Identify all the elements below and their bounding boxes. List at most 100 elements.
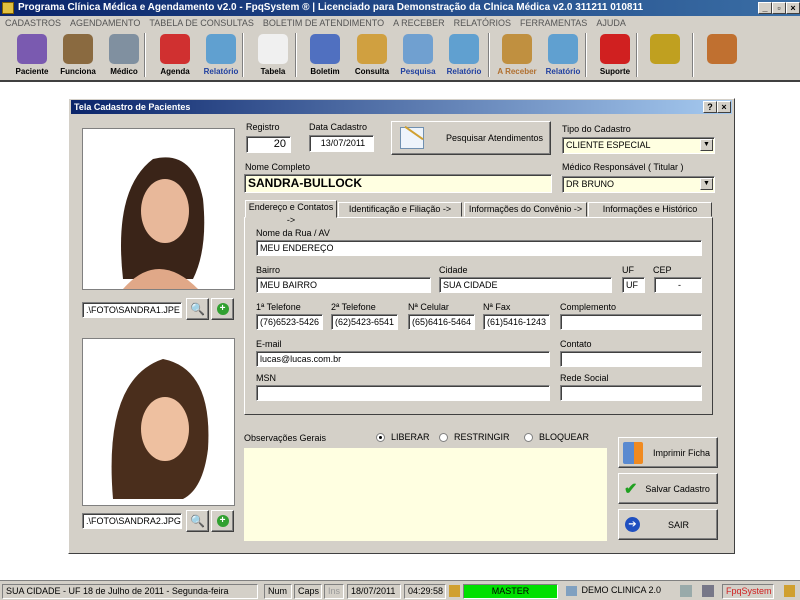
status-num: Num bbox=[264, 584, 292, 599]
toolbar-button-funciona[interactable]: Funciona bbox=[58, 32, 98, 79]
medico-select[interactable]: DR BRUNO ▼ bbox=[562, 176, 715, 193]
user-icon bbox=[784, 585, 795, 597]
exit-door-icon bbox=[707, 34, 737, 64]
tel2-field[interactable]: (62)5423-6541 bbox=[331, 314, 398, 330]
salvar-cadastro-button[interactable]: ✔ Salvar Cadastro bbox=[618, 473, 718, 504]
close-window-button[interactable]: × bbox=[786, 2, 800, 14]
status-user: MASTER bbox=[463, 584, 558, 599]
menu-boletim[interactable]: BOLETIM DE ATENDIMENTO bbox=[263, 16, 384, 30]
status-brand: FpqSystem bbox=[722, 584, 774, 599]
toolbar-separator bbox=[692, 33, 694, 77]
print-person-icon bbox=[623, 441, 643, 464]
menu-agendamento[interactable]: AGENDAMENTO bbox=[70, 16, 140, 30]
email-field[interactable]: lucas@lucas.com.br bbox=[256, 351, 550, 367]
imprimir-ficha-button[interactable]: Imprimir Ficha bbox=[618, 437, 718, 468]
add-photo-1-button[interactable]: + bbox=[211, 298, 234, 320]
complemento-field[interactable] bbox=[560, 314, 702, 330]
celular-field[interactable]: (65)6416-5464 bbox=[408, 314, 475, 330]
restore-button[interactable]: ▫ bbox=[772, 2, 786, 14]
cidade-label: Cidade bbox=[439, 265, 468, 275]
tipo-cadastro-select[interactable]: CLIENTE ESPECIAL ▼ bbox=[562, 137, 715, 154]
toolbar-button-a-receber[interactable]: A Receber bbox=[497, 32, 537, 79]
status-time: 04:29:58 bbox=[404, 584, 446, 599]
rua-field[interactable]: MEU ENDEREÇO bbox=[256, 240, 702, 256]
data-cadastro-field[interactable]: 13/07/2011 bbox=[309, 135, 374, 152]
add-icon: + bbox=[216, 303, 229, 315]
complemento-label: Complemento bbox=[560, 302, 617, 312]
calendar-icon bbox=[160, 34, 190, 64]
zoom-photo-1-button[interactable]: 🔍 bbox=[186, 298, 209, 320]
tel1-field[interactable]: (76)6523-5426 bbox=[256, 314, 323, 330]
toolbar-button-relat-rio[interactable]: Relatório bbox=[444, 32, 484, 79]
report-icon bbox=[206, 34, 236, 64]
menu-relatorios[interactable]: RELATÓRIOS bbox=[454, 16, 511, 30]
zoom-photo-2-button[interactable]: 🔍 bbox=[186, 510, 209, 532]
rede-social-field[interactable] bbox=[560, 385, 702, 401]
sair-button[interactable]: ➔ SAIR bbox=[618, 509, 718, 540]
toolbar-button-paciente[interactable]: Paciente bbox=[12, 32, 52, 79]
menu-ferramentas[interactable]: FERRAMENTAS bbox=[520, 16, 587, 30]
tel1-label: 1ª Telefone bbox=[256, 302, 301, 312]
contato-field[interactable] bbox=[560, 351, 702, 367]
toolbar-button-agenda[interactable]: Agenda bbox=[155, 32, 195, 79]
tab-historico[interactable]: Informações e Histórico Clinico bbox=[588, 202, 712, 227]
msn-label: MSN bbox=[256, 373, 276, 383]
registro-field[interactable]: 20 bbox=[246, 136, 291, 153]
help-button[interactable]: ? bbox=[703, 101, 717, 113]
toolbar-button-m-dico[interactable]: Médico bbox=[104, 32, 144, 79]
title-bar: Programa Clínica Médica e Agendamento v2… bbox=[0, 0, 800, 16]
toolbar-button-relat-rio[interactable]: Relatório bbox=[543, 32, 583, 79]
nome-label: Nome Completo bbox=[245, 162, 311, 172]
pesquisar-atendimentos-button[interactable]: Pesquisar Atendimentos bbox=[391, 121, 551, 155]
radio-bloquear[interactable]: BLOQUEAR bbox=[524, 432, 589, 442]
toolbar-button-coin[interactable] bbox=[645, 32, 685, 79]
tipo-cadastro-label: Tipo do Cadastro bbox=[562, 124, 631, 134]
dialog-title-bar: Tela Cadastro de Pacientes ? × bbox=[71, 100, 732, 114]
toolbar-button-boletim[interactable]: Boletim bbox=[305, 32, 345, 79]
toolbar-button-exit-door[interactable] bbox=[702, 32, 742, 79]
toolbar-separator bbox=[636, 33, 638, 77]
toolbar-label: A Receber bbox=[497, 67, 537, 76]
msn-field[interactable] bbox=[256, 385, 550, 401]
photo-2-path[interactable]: .\FOTO\SANDRA2.JPG bbox=[82, 513, 182, 529]
radio-liberar[interactable]: LIBERAR bbox=[376, 432, 430, 442]
employees-icon bbox=[63, 34, 93, 64]
obs-textarea[interactable] bbox=[244, 448, 607, 541]
menu-ajuda[interactable]: AJUDA bbox=[596, 16, 626, 30]
menu-bar: CADASTROS AGENDAMENTO TABELA DE CONSULTA… bbox=[0, 16, 800, 30]
toolbar-button-relat-rio[interactable]: Relatório bbox=[201, 32, 241, 79]
cidade-field[interactable]: SUA CIDADE bbox=[439, 277, 612, 293]
rede-social-label: Rede Social bbox=[560, 373, 609, 383]
status-date: 18/07/2011 bbox=[347, 584, 401, 599]
registro-label: Registro bbox=[246, 122, 280, 132]
menu-a-receber[interactable]: A RECEBER bbox=[393, 16, 445, 30]
nome-field[interactable]: SANDRA-BULLOCK bbox=[244, 174, 552, 193]
fax-label: Nª Fax bbox=[483, 302, 511, 312]
toolbar-button-suporte[interactable]: Suporte bbox=[595, 32, 635, 79]
menu-cadastros[interactable]: CADASTROS bbox=[5, 16, 61, 30]
toolbar-label: Relatório bbox=[203, 67, 239, 76]
report-icon bbox=[548, 34, 578, 64]
fax-field[interactable]: (61)5416-1243 bbox=[483, 314, 550, 330]
toolbar-button-consulta[interactable]: Consulta bbox=[352, 32, 392, 79]
magnifier-icon: 🔍 bbox=[190, 514, 205, 528]
bairro-field[interactable]: MEU BAIRRO bbox=[256, 277, 431, 293]
tab-endereco[interactable]: Endereço e Contatos -> bbox=[245, 200, 337, 225]
celular-label: Nª Celular bbox=[408, 302, 449, 312]
tab-identificacao[interactable]: Identificação e Filiação -> bbox=[338, 202, 462, 217]
minimize-button[interactable]: _ bbox=[758, 2, 772, 14]
photo-1-path[interactable]: .\FOTO\SANDRA1.JPE bbox=[82, 302, 182, 318]
tab-convenio[interactable]: Informações do Convênio -> bbox=[464, 202, 587, 217]
add-photo-2-button[interactable]: + bbox=[211, 510, 234, 532]
toolbar: Paciente Funciona Médico Agenda Relatório Tab… bbox=[0, 30, 800, 82]
patients-icon bbox=[17, 34, 47, 64]
close-dialog-button[interactable]: × bbox=[717, 101, 731, 113]
radio-restringir[interactable]: RESTRINGIR bbox=[439, 432, 510, 442]
cep-field[interactable]: - bbox=[654, 277, 702, 293]
toolbar-button-pesquisa[interactable]: Pesquisa bbox=[398, 32, 438, 79]
menu-tabela-consultas[interactable]: TABELA DE CONSULTAS bbox=[149, 16, 254, 30]
uf-field[interactable]: UF bbox=[622, 277, 645, 293]
patient-photo-1 bbox=[82, 128, 235, 290]
rua-label: Nome da Rua / AV bbox=[256, 228, 330, 238]
toolbar-button-tabela[interactable]: Tabela bbox=[253, 32, 293, 79]
